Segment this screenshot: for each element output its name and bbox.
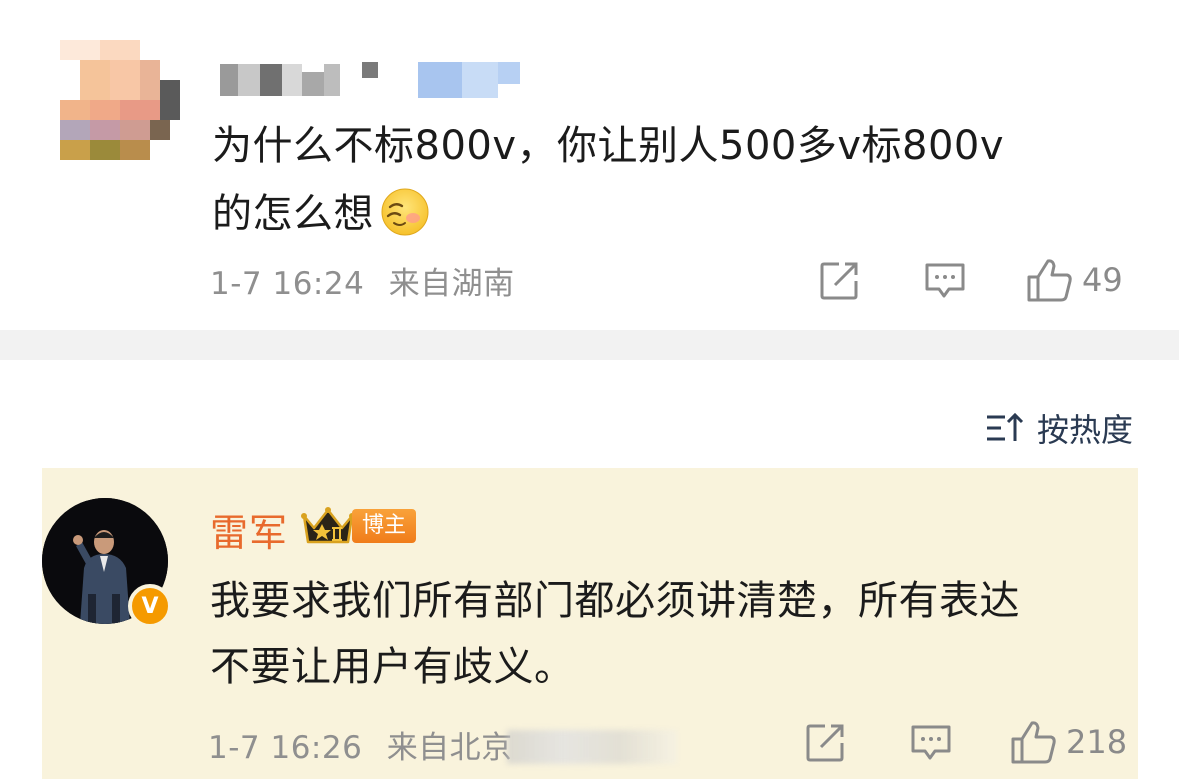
comment-meta: 1-7 16:24 来自湖南 — [210, 258, 515, 303]
reply-comment-button[interactable] — [908, 722, 954, 764]
author-name[interactable]: 雷军 — [210, 502, 288, 557]
reply-meta: 1-7 16:26 来自北京 — [208, 722, 677, 767]
section-divider — [0, 330, 1179, 360]
share-icon — [820, 262, 858, 300]
comment-card: 为什么不标800v，你让别人500多v标800v 的怎么想 1-7 16:24 … — [0, 0, 1179, 330]
sort-label: 按热度 — [1036, 411, 1133, 449]
reply-text-line-2: 不要让用户有歧义。 — [210, 644, 575, 690]
comment-text: 为什么不标800v，你让别人500多v标800v 的怎么想 — [212, 112, 1132, 248]
comment-text-line-2: 的怎么想 — [212, 180, 1132, 248]
reply-text-line-1: 我要求我们所有部门都必须讲清楚，所有表达 — [210, 578, 1020, 624]
reply-like-button[interactable]: 218 — [1010, 718, 1127, 766]
share-button[interactable] — [818, 260, 862, 302]
reply-location: 来自北京 — [386, 730, 513, 766]
commenter-name[interactable] — [220, 58, 530, 100]
share-icon — [806, 724, 844, 762]
crown-level-icon — [300, 504, 356, 552]
reply-share-button[interactable] — [804, 722, 848, 764]
comment-time: 1-7 16:24 — [210, 266, 365, 302]
like-button[interactable]: 49 — [1026, 256, 1123, 304]
commenter-avatar[interactable] — [60, 40, 180, 160]
like-icon — [1027, 259, 1072, 302]
sleepy-face-emoji-icon — [380, 187, 430, 237]
author-role-badge: 博主 — [352, 509, 417, 543]
like-count: 49 — [1082, 261, 1123, 299]
like-icon — [1011, 721, 1056, 764]
sort-icon — [986, 412, 1024, 441]
reply-text: 我要求我们所有部门都必须讲清楚，所有表达 不要让用户有歧义。 — [210, 568, 1130, 700]
watermark-blur — [506, 730, 677, 764]
comment-button[interactable] — [922, 260, 968, 302]
comment-location: 来自湖南 — [388, 266, 515, 302]
reply-time: 1-7 16:26 — [208, 730, 363, 766]
sort-toggle[interactable]: 按热度 — [985, 405, 1133, 451]
comment-text-line-2-text: 的怎么想 — [212, 191, 374, 237]
comment-icon — [911, 725, 951, 760]
reply-like-count: 218 — [1066, 723, 1128, 761]
comment-text-line-1: 为什么不标800v，你让别人500多v标800v — [212, 123, 1005, 169]
comment-icon — [925, 263, 965, 298]
verified-badge-icon: V — [128, 584, 172, 628]
